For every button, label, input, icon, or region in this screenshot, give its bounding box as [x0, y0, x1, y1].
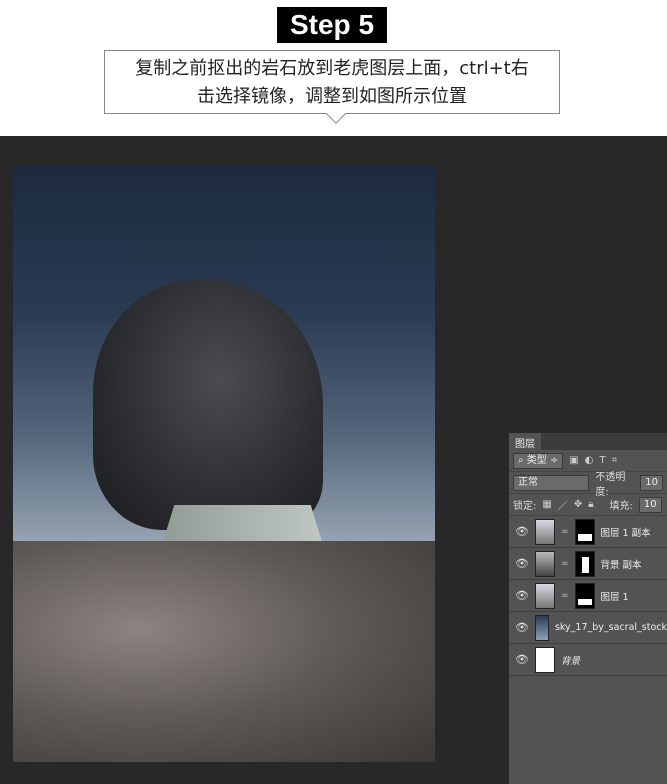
- layer-row[interactable]: 👁︎ ∞ 图层 1 副本: [509, 516, 667, 548]
- blend-mode-select[interactable]: 正常: [513, 474, 590, 491]
- document-image[interactable]: [13, 165, 435, 762]
- instruction-callout: 复制之前抠出的岩石放到老虎图层上面，ctrl+t右 击选择镜像，调整到如图所示位…: [104, 50, 560, 124]
- opacity-label: 不透明度:: [595, 471, 626, 498]
- eye-icon[interactable]: 👁︎: [515, 525, 529, 538]
- type-filter-icon[interactable]: T: [600, 455, 606, 466]
- layer-mask[interactable]: [574, 582, 595, 609]
- link-icon: ∞: [561, 526, 569, 537]
- layer-thumbnail: [535, 646, 555, 673]
- layer-row[interactable]: 👁︎ sky_17_by_sacral_stock: [509, 612, 667, 644]
- layer-thumbnail: [535, 582, 555, 609]
- tab-layers[interactable]: 图层: [509, 433, 541, 450]
- link-icon: ∞: [561, 558, 569, 569]
- tiger-statue: [93, 280, 323, 530]
- layers-panel: 图层 ⌕ 类型 ÷ ▣ ◐ T ⌗ 正常 不透明度: 10 锁定: ▦ ／ ✥ …: [509, 433, 667, 784]
- rocks: [13, 541, 435, 762]
- layer-row[interactable]: 👁︎ 背景: [509, 644, 667, 676]
- lock-label: 锁定:: [513, 501, 537, 512]
- eye-icon[interactable]: 👁︎: [515, 621, 529, 634]
- layer-row[interactable]: 👁︎ ∞ 图层 1: [509, 580, 667, 612]
- lock-all-icon[interactable]: 🔒︎: [588, 499, 593, 510]
- shape-filter-icon[interactable]: ⌗: [612, 455, 618, 466]
- lock-position-icon[interactable]: ✥: [574, 499, 582, 510]
- filter-select[interactable]: ⌕ 类型 ÷: [513, 452, 564, 469]
- fill-label: 填充:: [609, 501, 633, 512]
- opacity-input[interactable]: 10: [640, 474, 663, 491]
- layer-mask[interactable]: [574, 518, 595, 545]
- layer-thumbnail: [535, 550, 555, 577]
- layer-mask[interactable]: [574, 550, 595, 577]
- layer-thumbnail: [534, 614, 549, 641]
- layer-row[interactable]: 👁︎ ∞ 背景 副本: [509, 548, 667, 580]
- lock-paint-icon[interactable]: ／: [558, 497, 568, 512]
- lock-transparency-icon[interactable]: ▦: [542, 499, 551, 510]
- search-icon: ⌕: [518, 454, 527, 466]
- link-icon: ∞: [561, 590, 569, 601]
- instruction-line-1: 复制之前抠出的岩石放到老虎图层上面，ctrl+t右: [135, 58, 529, 79]
- layer-thumbnail: [535, 518, 555, 545]
- image-filter-icon[interactable]: ▣: [569, 455, 578, 466]
- step-title: Step 5: [277, 7, 387, 43]
- fill-input[interactable]: 10: [638, 496, 662, 513]
- eye-icon[interactable]: 👁︎: [515, 653, 529, 666]
- eye-icon[interactable]: 👁︎: [515, 589, 529, 602]
- eye-icon[interactable]: 👁︎: [515, 557, 529, 570]
- adjustment-filter-icon[interactable]: ◐: [585, 455, 594, 466]
